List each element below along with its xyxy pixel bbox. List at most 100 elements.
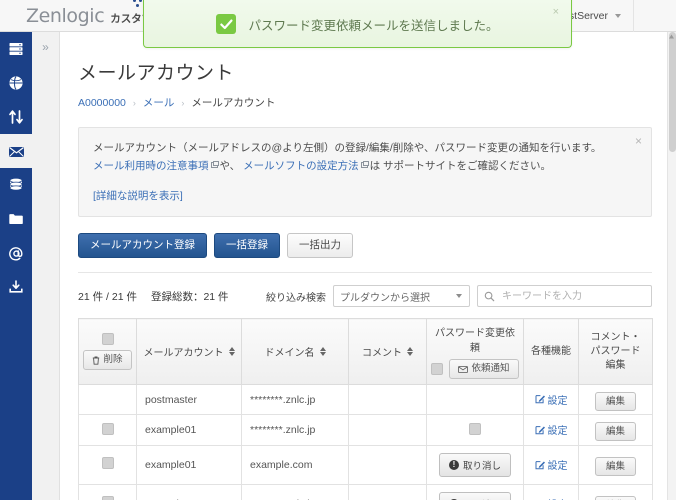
envelope-icon [458, 365, 469, 373]
table-row: example02********.znlc.jp !取り消し設定 編集 [78, 483, 653, 500]
sidebar-item-server[interactable] [0, 32, 32, 66]
settings-link[interactable]: 設定 [535, 496, 568, 500]
scrollbar-thumb[interactable] [669, 32, 676, 152]
header-password-request-label: パスワード変更依頼 [435, 328, 515, 355]
info-link-notes[interactable]: メール利用時の注意事項 [93, 160, 209, 172]
sidebar-item-at[interactable] [0, 236, 32, 270]
sort-arrows-icon[interactable] [407, 347, 413, 357]
row-select-checkbox[interactable] [101, 422, 114, 435]
header-password-request: パスワード変更依頼 依頼通知 [426, 318, 524, 385]
breadcrumb: A0000000 › メール › メールアカウント [78, 95, 667, 110]
cancel-request-label: 取り消し [462, 460, 501, 472]
header-comment-password-edit-label: コメント・ パスワード 編集 [590, 331, 641, 371]
cell-password-request [426, 414, 524, 446]
brand-logo: Zenlogic [26, 4, 105, 27]
breadcrumb-separator-icon: › [132, 97, 136, 108]
cancel-request-button[interactable]: !取り消し [438, 491, 511, 500]
settings-link[interactable]: 設定 [535, 422, 568, 437]
cell-comment [348, 383, 427, 416]
cell-domain: ********.znlc.jp [241, 414, 349, 446]
header-comment[interactable]: コメント [348, 318, 427, 385]
cell-edit: 編集 [578, 414, 653, 446]
row-select-cell [78, 483, 137, 500]
expand-sidebar-icon[interactable]: » [32, 38, 59, 56]
cell-mail-account: example01 [136, 414, 242, 446]
header-mail-account-label: メールアカウント [143, 348, 224, 360]
sort-arrows-icon[interactable] [228, 347, 235, 357]
chevron-down-icon [456, 294, 462, 299]
settings-label: 設定 [548, 496, 568, 500]
search-icon [484, 291, 495, 302]
edit-button[interactable]: 編集 [594, 456, 636, 476]
header-comment-label: コメント [362, 348, 402, 360]
cell-features: 設定 [523, 383, 579, 416]
vertical-scrollbar[interactable] [667, 32, 676, 500]
row-select-cell [78, 383, 137, 416]
edit-button[interactable]: 編集 [594, 391, 636, 411]
sidebar-item-files[interactable] [0, 202, 32, 236]
scroll-up-icon[interactable] [668, 33, 675, 41]
password-request-select-all-checkbox[interactable] [431, 363, 444, 376]
sidebar-item-install[interactable] [0, 270, 32, 304]
page-title: メールアカウント [78, 63, 235, 84]
breadcrumb-item-mail[interactable]: メール [143, 95, 175, 110]
password-request-checkbox[interactable] [469, 422, 481, 435]
filter-select-value: プルダウンから選択 [340, 292, 430, 304]
delete-selected-button[interactable]: 削除 [83, 350, 132, 370]
pencil-square-icon [535, 460, 545, 469]
settings-link[interactable]: 設定 [535, 392, 568, 407]
header-domain[interactable]: ドメイン名 [241, 318, 349, 385]
search-input[interactable] [500, 289, 645, 303]
breadcrumb-item-account[interactable]: A0000000 [78, 97, 126, 109]
filter-label: 絞り込み検索 [266, 292, 326, 304]
cell-edit: 編集 [578, 483, 653, 500]
cell-edit: 編集 [578, 383, 653, 416]
send-request-notice-label: 依頼通知 [471, 363, 510, 375]
info-detail-toggle[interactable]: [詳細な説明を表示] [93, 188, 637, 205]
success-toast: × パスワード変更依頼メールを送信しました。 [143, 0, 572, 48]
filter-controls: 絞り込み検索 プルダウンから選択 [266, 285, 652, 308]
select-all-checkbox[interactable] [101, 333, 114, 346]
sidebar-collapse-strip[interactable]: » [32, 32, 60, 500]
header-comment-password-edit: コメント・ パスワード 編集 [578, 318, 653, 385]
bulk-export-button[interactable]: 一括出力 [287, 232, 353, 259]
external-link-icon [360, 161, 369, 169]
bulk-register-button[interactable]: 一括登録 [214, 232, 280, 259]
table-row: example01 ********.znlc.jp 設定 編集 [78, 414, 653, 446]
settings-label: 設定 [547, 426, 568, 438]
info-link-mailsoft[interactable]: メールソフトの設定方法 [243, 160, 359, 172]
settings-link[interactable]: 設定 [535, 457, 568, 472]
cell-domain: ********.znlc.jp [241, 383, 349, 416]
register-mail-account-button[interactable]: メールアカウント登録 [78, 232, 207, 259]
external-link-icon [210, 161, 219, 169]
sort-arrows-icon[interactable] [319, 347, 326, 357]
check-icon [216, 14, 237, 34]
row-select-checkbox[interactable] [101, 457, 114, 470]
cell-features: 設定 [523, 483, 579, 500]
sidebar-item-mail[interactable] [0, 134, 32, 168]
sidebar-item-domain[interactable] [0, 66, 32, 100]
summary-filter-row: 21 件 / 21 件 登録総数：21 件 絞り込み検索 プルダウンから選択 [78, 285, 652, 308]
edit-button[interactable]: 編集 [594, 495, 636, 500]
filter-select[interactable]: プルダウンから選択 [333, 285, 470, 308]
chevron-down-icon [615, 14, 621, 18]
pencil-square-icon [535, 395, 545, 404]
settings-label: 設定 [547, 395, 568, 407]
cell-password-request: !取り消し [426, 483, 524, 500]
cell-password-request [426, 383, 524, 416]
header-mail-account[interactable]: メールアカウント [136, 318, 242, 385]
cell-features: 設定 [523, 414, 579, 446]
delete-label: 削除 [103, 354, 123, 366]
toast-close-icon[interactable]: × [553, 7, 559, 18]
sidebar-item-database[interactable] [0, 168, 32, 202]
info-close-icon[interactable]: × [635, 135, 642, 147]
sidebar-item-transfer[interactable] [0, 100, 32, 134]
cell-mail-account: example01 [136, 444, 242, 485]
edit-button[interactable]: 編集 [594, 422, 636, 442]
cancel-request-button[interactable]: !取り消し [438, 452, 511, 477]
row-select-checkbox[interactable] [101, 496, 114, 500]
exclamation-icon: ! [448, 459, 459, 470]
search-box[interactable] [477, 285, 652, 308]
table-body: postmaster ********.znlc.jp 設定 編集 example01 *… [78, 383, 653, 500]
send-request-notice-button[interactable]: 依頼通知 [449, 359, 519, 379]
